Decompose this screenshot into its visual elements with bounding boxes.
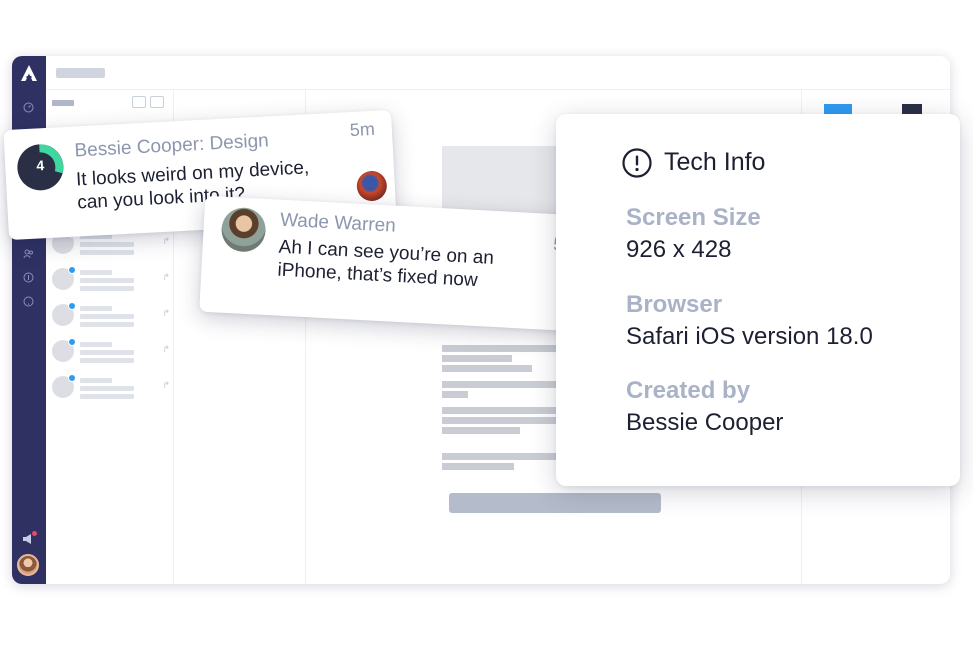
message-time: 5m xyxy=(349,118,376,141)
text-placeholder xyxy=(442,365,532,372)
unread-count-badge: 4 xyxy=(16,143,65,192)
topbar-title-placeholder xyxy=(56,68,105,78)
badge-count: 4 xyxy=(35,157,45,174)
message-text: Ah I can see you’re on an iPhone, that’s… xyxy=(277,236,495,293)
unread-dot xyxy=(68,374,76,382)
text-placeholder xyxy=(442,407,558,414)
reply-arrow-icon: ↱ xyxy=(162,344,170,354)
text-placeholder xyxy=(442,355,512,362)
sender-avatar xyxy=(220,206,267,253)
created-by-value: Bessie Cooper xyxy=(626,409,784,436)
text-placeholder xyxy=(442,427,520,434)
text-placeholder xyxy=(442,391,468,398)
list-item[interactable]: ↱ xyxy=(52,374,170,402)
reply-arrow-icon: ↱ xyxy=(162,236,170,246)
text-placeholder xyxy=(442,345,558,352)
text-placeholder xyxy=(442,453,558,460)
user-avatar[interactable] xyxy=(17,554,39,576)
reply-arrow-icon: ↱ xyxy=(162,308,170,318)
dashboard-icon[interactable] xyxy=(23,102,34,113)
unread-dot xyxy=(68,266,76,274)
sender-name: Bessie Cooper: Design xyxy=(74,130,270,162)
primary-button-placeholder[interactable] xyxy=(449,493,661,513)
topbar xyxy=(46,56,950,90)
unread-dot xyxy=(68,302,76,310)
tech-info-panel: Tech Info Screen Size 926 x 428 Browser … xyxy=(556,114,960,486)
filter-button[interactable] xyxy=(132,96,146,108)
notification-card[interactable]: Wade Warren 5m Ah I can see you’re on an… xyxy=(199,195,601,333)
list-item[interactable]: ↱ xyxy=(52,266,170,294)
browser-value: Safari iOS version 18.0 xyxy=(626,323,873,350)
created-by-label: Created by xyxy=(626,377,751,404)
browser-label: Browser xyxy=(626,291,723,318)
sender-avatar xyxy=(356,170,388,202)
users-icon[interactable] xyxy=(23,248,34,259)
list-item[interactable]: ↱ xyxy=(52,338,170,366)
reply-arrow-icon: ↱ xyxy=(162,380,170,390)
sort-button[interactable] xyxy=(150,96,164,108)
screen-size-value: 926 x 428 xyxy=(626,236,732,263)
help-icon[interactable] xyxy=(23,296,34,307)
panel-title: Tech Info xyxy=(664,148,766,176)
notification-dot xyxy=(32,531,37,536)
content-image-placeholder xyxy=(442,146,562,216)
text-placeholder xyxy=(442,381,558,388)
text-placeholder xyxy=(442,463,514,470)
list-item[interactable]: ↱ xyxy=(52,302,170,330)
unread-dot xyxy=(68,338,76,346)
screen-size-label: Screen Size xyxy=(626,204,761,231)
sender-name: Wade Warren xyxy=(279,209,397,237)
app-logo-icon[interactable] xyxy=(20,64,38,82)
text-placeholder xyxy=(442,417,558,424)
list-header-placeholder xyxy=(52,100,74,106)
reply-arrow-icon: ↱ xyxy=(162,272,170,282)
billing-icon[interactable] xyxy=(23,272,34,283)
info-circle-icon xyxy=(622,148,652,178)
